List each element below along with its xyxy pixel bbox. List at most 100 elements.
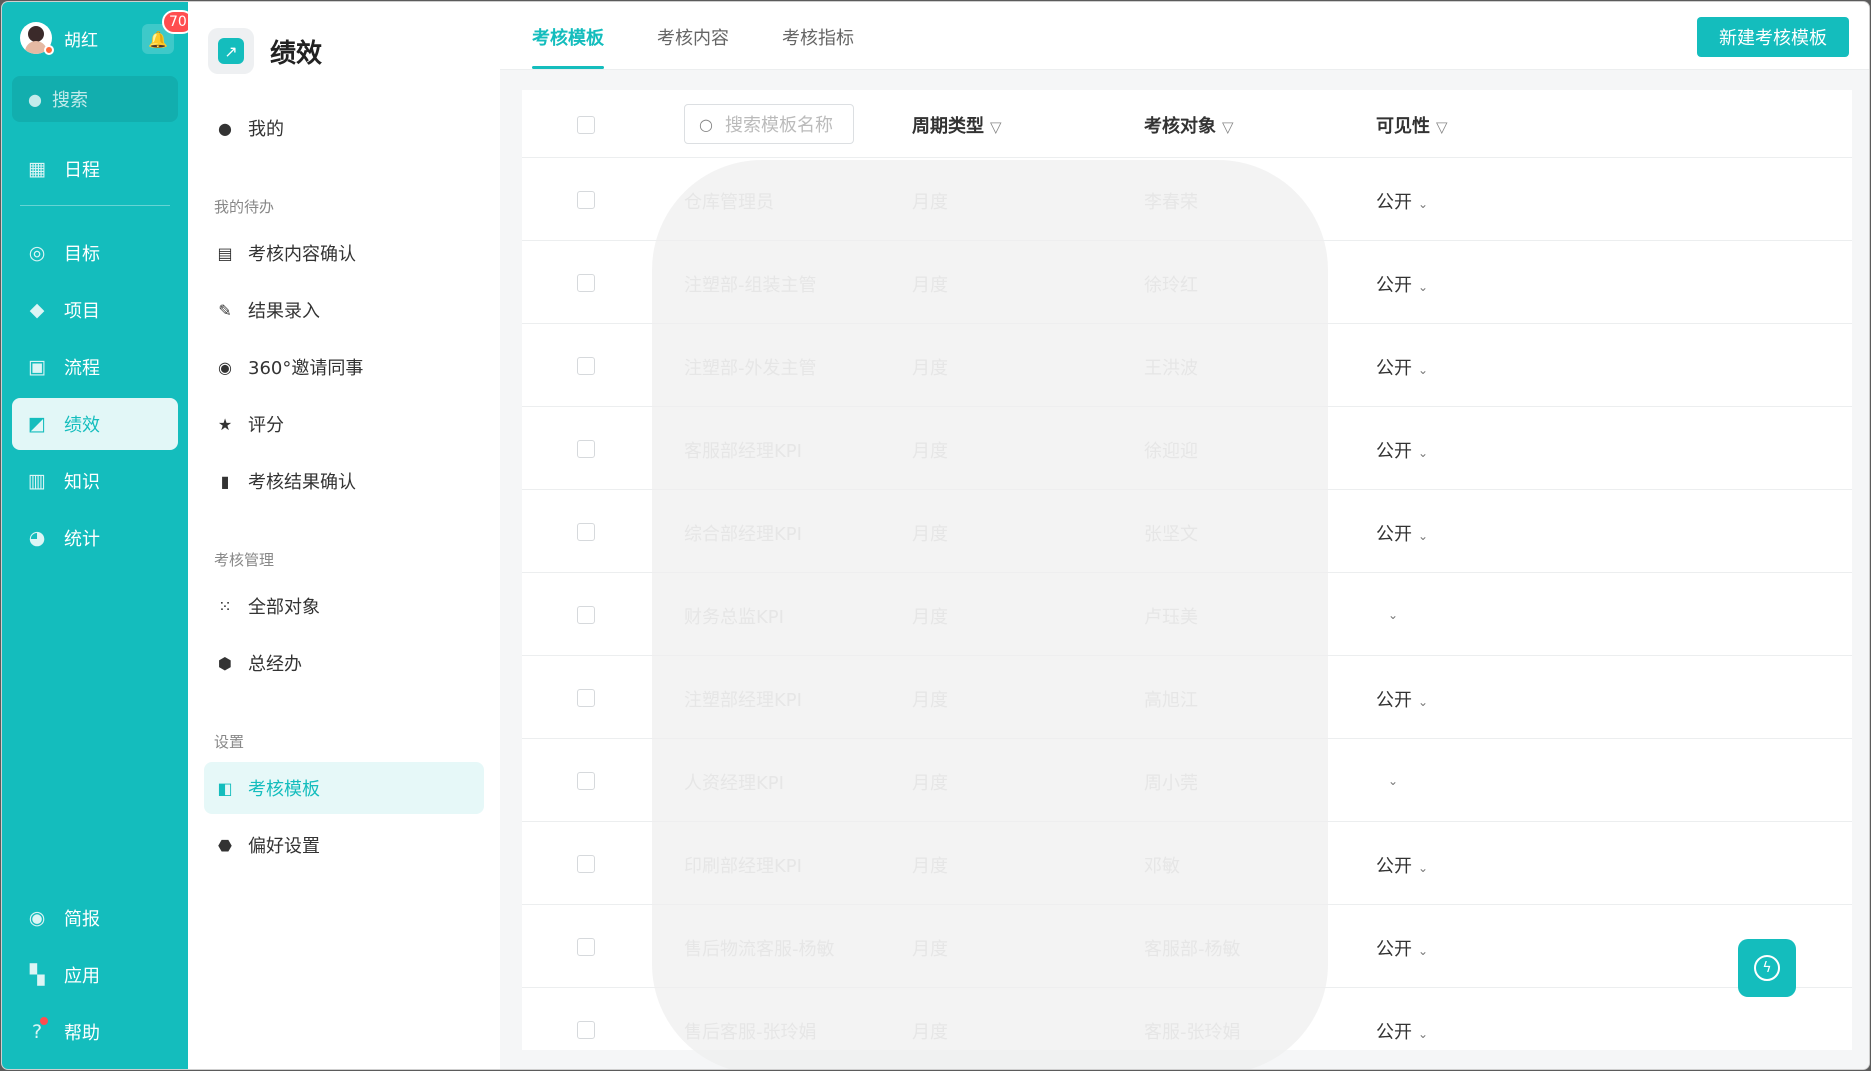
user-profile[interactable]: 胡红 (20, 20, 98, 56)
menu-item-templates[interactable]: ◧ 考核模板 (204, 762, 484, 814)
nav-item-label: 绩效 (64, 415, 100, 436)
table-row[interactable]: 售后客服-张玲娟 月度 客服-张玲娟 公开 ⌄ (522, 988, 1852, 1050)
row-checkbox[interactable] (577, 689, 595, 707)
row-checkbox[interactable] (577, 274, 595, 292)
tab-indicators[interactable]: 考核指标 (782, 24, 854, 50)
visibility-dropdown[interactable]: 公开 ⌄ (1376, 686, 1428, 712)
table-row[interactable]: 综合部经理KPI 月度 张坚文 公开 ⌄ (522, 490, 1852, 573)
main-nav: 胡红 🔔 70 ● 搜索 ▦ 日程 ◎ 目标 ◆ 项目 ▣ 流程 ◩ 绩效 ▥ … (2, 2, 194, 1069)
row-checkbox[interactable] (577, 1021, 595, 1039)
visibility-dropdown[interactable]: 公开 ⌄ (1376, 935, 1428, 961)
cell-target: 王洪波 (1144, 358, 1198, 379)
cell-period: 月度 (912, 939, 948, 960)
template-search-input[interactable]: ○ 搜索模板名称 (684, 104, 854, 144)
table-row[interactable]: 财务总监KPI 月度 卢珏美 ⌄ (522, 573, 1852, 656)
header-visibility[interactable]: 可见性 ▽ (1376, 112, 1448, 138)
pie-chart-icon: ◕ (28, 527, 46, 549)
menu-item-general-office[interactable]: ⬢ 总经办 (204, 637, 484, 689)
row-checkbox[interactable] (577, 440, 595, 458)
visibility-value: 公开 (1376, 524, 1412, 545)
chevron-down-icon: ⌄ (1418, 446, 1429, 460)
chevron-down-icon: ⌄ (1418, 529, 1429, 543)
visibility-value: 公开 (1376, 441, 1412, 462)
nav-item-knowledge[interactable]: ▥ 知识 (12, 455, 178, 507)
nav-item-label: 日程 (64, 160, 100, 181)
nav-search[interactable]: ● 搜索 (12, 76, 178, 122)
row-checkbox[interactable] (577, 606, 595, 624)
table-row[interactable]: 注塑部-组装主管 月度 徐玲红 公开 ⌄ (522, 241, 1852, 324)
visibility-dropdown[interactable]: ⌄ (1382, 603, 1398, 624)
header-target[interactable]: 考核对象 ▽ (1144, 112, 1234, 138)
visibility-dropdown[interactable]: 公开 ⌄ (1376, 520, 1428, 546)
filter-icon[interactable]: ▽ (990, 118, 1002, 136)
visibility-dropdown[interactable]: 公开 ⌄ (1376, 354, 1428, 380)
radio-icon: ◉ (218, 357, 232, 377)
nav-item-workflow[interactable]: ▣ 流程 (12, 341, 178, 393)
row-checkbox[interactable] (577, 855, 595, 873)
row-checkbox[interactable] (577, 523, 595, 541)
row-checkbox[interactable] (577, 357, 595, 375)
table-row[interactable]: 注塑部经理KPI 月度 高旭江 公开 ⌄ (522, 656, 1852, 739)
nav-item-statistics[interactable]: ◕ 统计 (12, 512, 178, 564)
menu-item-result-confirm[interactable]: ▮ 考核结果确认 (204, 455, 484, 507)
visibility-value: 公开 (1376, 192, 1412, 213)
menu-item-all-objects[interactable]: ⁙ 全部对象 (204, 580, 484, 632)
select-all-checkbox[interactable] (577, 116, 595, 134)
header-label: 考核对象 (1144, 116, 1216, 137)
menu-item-content-confirm[interactable]: ▤ 考核内容确认 (204, 227, 484, 279)
cell-period: 月度 (912, 524, 948, 545)
visibility-dropdown[interactable]: ⌄ (1382, 769, 1398, 790)
nav-divider (20, 205, 170, 206)
cell-target: 客服部-杨敏 (1144, 939, 1241, 960)
table-row[interactable]: 售后物流客服-杨敏 月度 客服部-杨敏 公开 ⌄ (522, 905, 1852, 988)
cell-target: 李春荣 (1144, 192, 1198, 213)
row-checkbox[interactable] (577, 938, 595, 956)
calendar-icon: ▦ (28, 158, 46, 180)
menu-item-label: 总经办 (248, 654, 302, 675)
tab-contents[interactable]: 考核内容 (657, 24, 729, 50)
nav-item-schedule[interactable]: ▦ 日程 (12, 143, 178, 195)
row-checkbox[interactable] (577, 772, 595, 790)
header-label: 可见性 (1376, 116, 1430, 137)
search-placeholder: 搜索模板名称 (724, 115, 833, 136)
header-period[interactable]: 周期类型 ▽ (912, 112, 1002, 138)
menu-item-mine[interactable]: ● 我的 (204, 102, 484, 154)
tab-templates[interactable]: 考核模板 (532, 24, 604, 50)
tips-button[interactable]: ϟ (1738, 939, 1796, 997)
nav-item-projects[interactable]: ◆ 项目 (12, 284, 178, 336)
menu-item-label: 考核模板 (248, 779, 320, 800)
nav-item-goals[interactable]: ◎ 目标 (12, 227, 178, 279)
cell-template-name: 售后物流客服-杨敏 (684, 939, 835, 960)
menu-item-score[interactable]: ★ 评分 (204, 398, 484, 450)
row-checkbox[interactable] (577, 191, 595, 209)
menu-item-result-entry[interactable]: ✎ 结果录入 (204, 284, 484, 336)
table-row[interactable]: 仓库管理员 月度 李春荣 公开 ⌄ (522, 158, 1852, 241)
visibility-dropdown[interactable]: 公开 ⌄ (1376, 188, 1428, 214)
table-row[interactable]: 客服部经理KPI 月度 徐迎迎 公开 ⌄ (522, 407, 1852, 490)
cell-template-name: 注塑部-外发主管 (684, 358, 817, 379)
menu-item-preferences[interactable]: ⬣ 偏好设置 (204, 819, 484, 871)
table-row[interactable]: 印刷部经理KPI 月度 邓敏 公开 ⌄ (522, 822, 1852, 905)
visibility-dropdown[interactable]: 公开 ⌄ (1376, 437, 1428, 463)
clipboard-icon: ▤ (217, 243, 233, 263)
cell-template-name: 注塑部经理KPI (684, 690, 802, 711)
menu-item-360-invite[interactable]: ◉ 360°邀请同事 (204, 341, 484, 393)
cell-period: 月度 (912, 856, 948, 877)
filter-icon[interactable]: ▽ (1436, 118, 1448, 136)
table-row[interactable]: 人资经理KPI 月度 周小莞 ⌄ (522, 739, 1852, 822)
book-icon: ▥ (28, 470, 46, 492)
nav-item-brief[interactable]: ◉ 简报 (12, 892, 178, 944)
nav-item-apps[interactable]: ▚ 应用 (12, 949, 178, 1001)
cube-icon: ◆ (29, 299, 45, 321)
visibility-value: 公开 (1376, 690, 1412, 711)
visibility-dropdown[interactable]: 公开 ⌄ (1376, 1018, 1428, 1044)
new-template-button[interactable]: 新建考核模板 (1697, 17, 1849, 57)
visibility-value: 公开 (1376, 1022, 1412, 1043)
table-row[interactable]: 注塑部-外发主管 月度 王洪波 公开 ⌄ (522, 324, 1852, 407)
visibility-dropdown[interactable]: 公开 ⌄ (1376, 852, 1428, 878)
nav-item-help[interactable]: ? 帮助 (12, 1006, 178, 1058)
nav-item-performance[interactable]: ◩ 绩效 (12, 398, 178, 450)
visibility-dropdown[interactable]: 公开 ⌄ (1376, 271, 1428, 297)
menu-item-label: 评分 (248, 415, 284, 436)
filter-icon[interactable]: ▽ (1222, 118, 1234, 136)
